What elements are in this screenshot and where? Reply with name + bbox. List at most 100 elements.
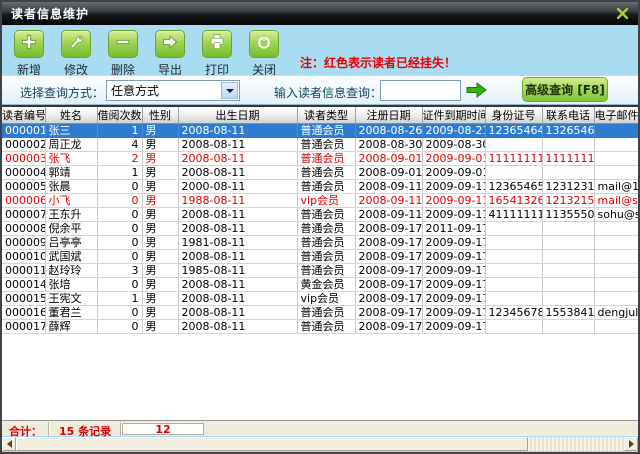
cell-birth-date[interactable]: 2008-08-11 — [178, 208, 297, 222]
cell-expiry-date[interactable]: 2009-09-17 — [422, 278, 485, 292]
cell-phone[interactable]: 132654651 — [542, 124, 594, 138]
cell-expiry-date[interactable]: 2009-09-11 — [422, 194, 485, 208]
cell-email[interactable] — [594, 236, 638, 250]
cell-borrow-count[interactable]: 2 — [97, 152, 142, 166]
close-icon[interactable] — [614, 6, 630, 20]
cell-register-date[interactable]: 2008-09-17 — [355, 264, 422, 278]
cell-gender[interactable]: 男 — [142, 194, 178, 208]
cell-phone[interactable]: 113555052222 — [542, 208, 594, 222]
cell-birth-date[interactable]: 2008-08-11 — [178, 138, 297, 152]
query-method-select[interactable]: 任意方式 — [106, 80, 240, 101]
cell-phone[interactable]: 12312312312 — [542, 180, 594, 194]
table-row[interactable]: 000011 赵玲玲 3 男 1985-08-11 普通会员 2008-09-1… — [2, 264, 638, 278]
horizontal-scrollbar[interactable] — [2, 437, 638, 451]
table-row[interactable]: 000008 倪余平 0 男 2008-08-11 普通会员 2008-09-1… — [2, 222, 638, 236]
cell-gender[interactable]: 男 — [142, 320, 178, 334]
cell-phone[interactable] — [542, 264, 594, 278]
cell-gender[interactable]: 男 — [142, 152, 178, 166]
export-button[interactable] — [155, 30, 185, 58]
advanced-query-button[interactable]: 高级查询 [F8] — [522, 77, 608, 102]
cell-expiry-date[interactable]: 2011-09-17 — [422, 222, 485, 236]
cell-register-date[interactable]: 2008-09-11 — [355, 208, 422, 222]
cell-birth-date[interactable]: 2008-08-11 — [178, 250, 297, 264]
column-header[interactable]: 电子邮件 — [594, 107, 638, 124]
cell-reader-id[interactable]: 000014 — [2, 278, 45, 292]
table-row[interactable]: 000009 吕亭亭 0 男 1981-08-11 普通会员 2008-09-1… — [2, 236, 638, 250]
cell-reader-type[interactable]: 普通会员 — [297, 152, 355, 166]
cell-borrow-count[interactable]: 0 — [97, 306, 142, 320]
cell-register-date[interactable]: 2008-09-17 — [355, 236, 422, 250]
cell-name[interactable]: 王宪文 — [45, 292, 97, 306]
cell-register-date[interactable]: 2008-09-01 — [355, 166, 422, 180]
cell-reader-id[interactable]: 000006 — [2, 194, 45, 208]
cell-phone[interactable] — [542, 292, 594, 306]
cell-birth-date[interactable]: 2008-08-11 — [178, 292, 297, 306]
cell-id-card[interactable] — [485, 166, 542, 180]
table-row[interactable]: 000010 武国斌 0 男 2008-08-11 普通会员 2008-09-1… — [2, 250, 638, 264]
cell-birth-date[interactable]: 2000-08-11 — [178, 180, 297, 194]
cell-name[interactable]: 董君兰 — [45, 306, 97, 320]
cell-reader-type[interactable]: 普通会员 — [297, 180, 355, 194]
cell-email[interactable] — [594, 166, 638, 180]
cell-reader-type[interactable]: 普通会员 — [297, 250, 355, 264]
cell-reader-id[interactable]: 000007 — [2, 208, 45, 222]
cell-reader-type[interactable]: 普通会员 — [297, 138, 355, 152]
cell-borrow-count[interactable]: 0 — [97, 250, 142, 264]
cell-reader-id[interactable]: 000004 — [2, 166, 45, 180]
cell-borrow-count[interactable]: 0 — [97, 194, 142, 208]
cell-expiry-date[interactable]: 2009-09-17 — [422, 236, 485, 250]
cell-id-card[interactable] — [485, 250, 542, 264]
cell-reader-id[interactable]: 000016 — [2, 306, 45, 320]
cell-register-date[interactable]: 2008-08-30 — [355, 138, 422, 152]
dropdown-arrow-icon[interactable] — [221, 82, 238, 99]
table-row[interactable]: 000002 周正龙 4 男 2008-08-11 普通会员 2008-08-3… — [2, 138, 638, 152]
cell-email[interactable] — [594, 292, 638, 306]
cell-register-date[interactable]: 2008-09-17 — [355, 222, 422, 236]
table-row[interactable]: 000007 王东升 0 男 2008-08-11 普通会员 2008-09-1… — [2, 208, 638, 222]
cell-reader-id[interactable]: 000015 — [2, 292, 45, 306]
cell-birth-date[interactable]: 2008-08-11 — [178, 152, 297, 166]
cell-reader-type[interactable]: vip会员 — [297, 194, 355, 208]
cell-id-card[interactable]: 16541326541 — [485, 194, 542, 208]
cell-reader-type[interactable]: 普通会员 — [297, 306, 355, 320]
cell-id-card[interactable] — [485, 264, 542, 278]
cell-id-card[interactable] — [485, 236, 542, 250]
cell-expiry-date[interactable]: 2009-09-17 — [422, 306, 485, 320]
cell-gender[interactable]: 男 — [142, 166, 178, 180]
cell-reader-id[interactable]: 000002 — [2, 138, 45, 152]
cell-gender[interactable]: 男 — [142, 208, 178, 222]
cell-expiry-date[interactable]: 2009-09-17 — [422, 250, 485, 264]
table-row[interactable]: 000001 张三 1 男 2008-08-11 普通会员 2008-08-26… — [2, 124, 638, 138]
cell-gender[interactable]: 男 — [142, 236, 178, 250]
cell-gender[interactable]: 男 — [142, 306, 178, 320]
cell-id-card[interactable]: 41111111102 — [485, 208, 542, 222]
cell-gender[interactable]: 男 — [142, 250, 178, 264]
cell-email[interactable] — [594, 138, 638, 152]
cell-reader-type[interactable]: 普通会员 — [297, 166, 355, 180]
cell-expiry-date[interactable]: 2009-09-17 — [422, 264, 485, 278]
cell-phone[interactable] — [542, 278, 594, 292]
cell-birth-date[interactable]: 1981-08-11 — [178, 236, 297, 250]
cell-email[interactable]: sohu@sohu — [594, 208, 638, 222]
cell-phone[interactable] — [542, 320, 594, 334]
print-button[interactable] — [202, 30, 232, 58]
cell-email[interactable] — [594, 250, 638, 264]
cell-reader-id[interactable]: 000009 — [2, 236, 45, 250]
cell-register-date[interactable]: 2008-09-11 — [355, 194, 422, 208]
cell-email[interactable] — [594, 124, 638, 138]
cell-register-date[interactable]: 2008-09-17 — [355, 250, 422, 264]
cell-reader-id[interactable]: 000003 — [2, 152, 45, 166]
close-window-button[interactable] — [249, 30, 279, 58]
cell-phone[interactable]: 121321546546 — [542, 194, 594, 208]
cell-name[interactable]: 张晨 — [45, 180, 97, 194]
cell-email[interactable] — [594, 152, 638, 166]
cell-name[interactable]: 张三 — [45, 124, 97, 138]
cell-name[interactable]: 周正龙 — [45, 138, 97, 152]
table-row[interactable]: 000014 张培 0 男 2008-08-11 黄金会员 2008-09-17… — [2, 278, 638, 292]
scroll-left-icon[interactable] — [2, 437, 16, 451]
cell-register-date[interactable]: 2008-09-17 — [355, 306, 422, 320]
cell-borrow-count[interactable]: 4 — [97, 138, 142, 152]
cell-gender[interactable]: 男 — [142, 180, 178, 194]
cell-borrow-count[interactable]: 1 — [97, 292, 142, 306]
cell-expiry-date[interactable]: 2009-09-01 — [422, 152, 485, 166]
